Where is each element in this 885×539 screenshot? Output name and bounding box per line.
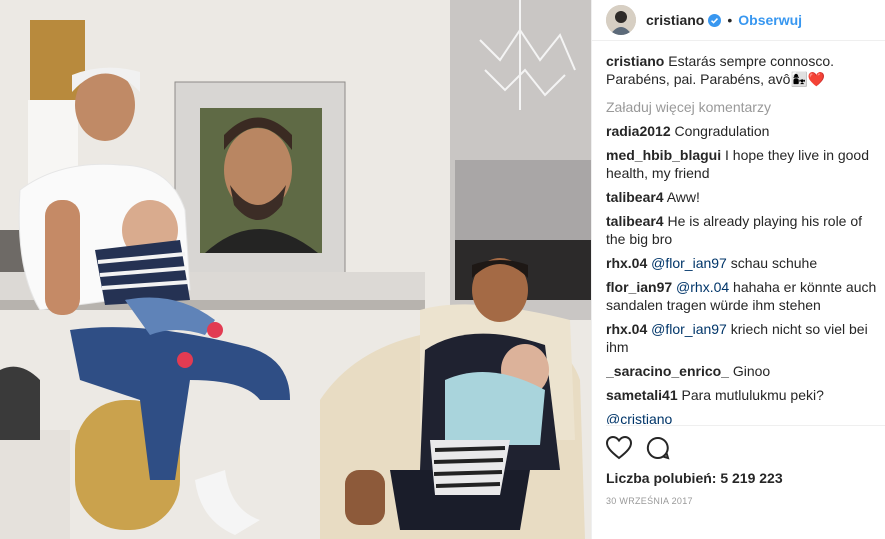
post-date[interactable]: 30 WRZEŚNIA 2017	[606, 496, 693, 506]
avatar-image	[606, 5, 636, 35]
verified-badge-icon	[708, 13, 722, 27]
comment-username[interactable]: med_hbib_blagui	[606, 147, 721, 163]
header-username[interactable]: cristiano	[646, 12, 704, 28]
comment-item: flor_ian97 @rhx.04 hahaha er könnte auch…	[606, 278, 877, 314]
comment-username[interactable]: rhx.04	[606, 255, 647, 271]
comment-mention[interactable]: @cristiano	[606, 411, 672, 424]
comment-username[interactable]: _saracino_enrico_	[606, 363, 729, 379]
divider	[606, 425, 885, 426]
heart-icon[interactable]	[606, 436, 632, 460]
comment-item: sametali41 Para mutlulukmu peki?	[606, 386, 877, 404]
comment-mention[interactable]: @flor_ian97	[651, 321, 727, 337]
post-photo[interactable]	[0, 0, 591, 539]
likes-count[interactable]: Liczba polubień: 5 219 223	[606, 470, 783, 486]
caption-username[interactable]: cristiano	[606, 53, 664, 69]
post-sidebar: cristiano • Obserwuj cristiano Estarás s…	[591, 0, 885, 539]
avatar[interactable]	[606, 5, 636, 35]
comments-list[interactable]: cristiano Estarás sempre connosco. Parab…	[606, 52, 877, 424]
comment-text: schau schuhe	[730, 255, 818, 271]
comment-text: Aww!	[666, 189, 700, 205]
load-more-comments[interactable]: Załaduj więcej komentarzy	[606, 98, 877, 116]
comment-item: med_hbib_blagui I hope they live in good…	[606, 146, 877, 182]
comment-item: _saracino_enrico_ Ginoo	[606, 362, 877, 380]
comment-text: Ginoo	[732, 363, 771, 379]
comment-rows: radia2012 Congradulation med_hbib_blagui …	[606, 122, 877, 424]
post-header: cristiano • Obserwuj	[592, 0, 885, 41]
comment-text: Congradulation	[674, 123, 770, 139]
comment-item: rhx.04 @flor_ian97 kriech nicht so viel …	[606, 320, 877, 356]
comment-item: talibear4 He is already playing his role…	[606, 212, 877, 248]
action-bar	[606, 436, 670, 460]
caption: cristiano Estarás sempre connosco. Parab…	[606, 52, 877, 88]
comment-item: talibear4 Aww!	[606, 188, 877, 206]
comment-username[interactable]: radia2012	[606, 123, 671, 139]
separator-dot: •	[727, 12, 733, 28]
photo-illustration	[0, 0, 591, 539]
comment-item: radia2012 Congradulation	[606, 122, 877, 140]
comment-text: Para mutlulukmu peki?	[681, 387, 824, 403]
comment-username[interactable]: sametali41	[606, 387, 678, 403]
comment-bubble-icon[interactable]	[646, 436, 670, 460]
comment-mention[interactable]: @flor_ian97	[651, 255, 727, 271]
comment-item: rhx.04 @flor_ian97 schau schuhe	[606, 254, 877, 272]
comment-username[interactable]: flor_ian97	[606, 279, 672, 295]
follow-button[interactable]: Obserwuj	[738, 12, 802, 28]
comment-username[interactable]: talibear4	[606, 189, 664, 205]
post-container: cristiano • Obserwuj cristiano Estarás s…	[0, 0, 885, 539]
comment-item: @cristiano	[606, 410, 877, 424]
comment-username[interactable]: talibear4	[606, 213, 664, 229]
comment-mention[interactable]: @rhx.04	[676, 279, 729, 295]
comment-username[interactable]: rhx.04	[606, 321, 647, 337]
